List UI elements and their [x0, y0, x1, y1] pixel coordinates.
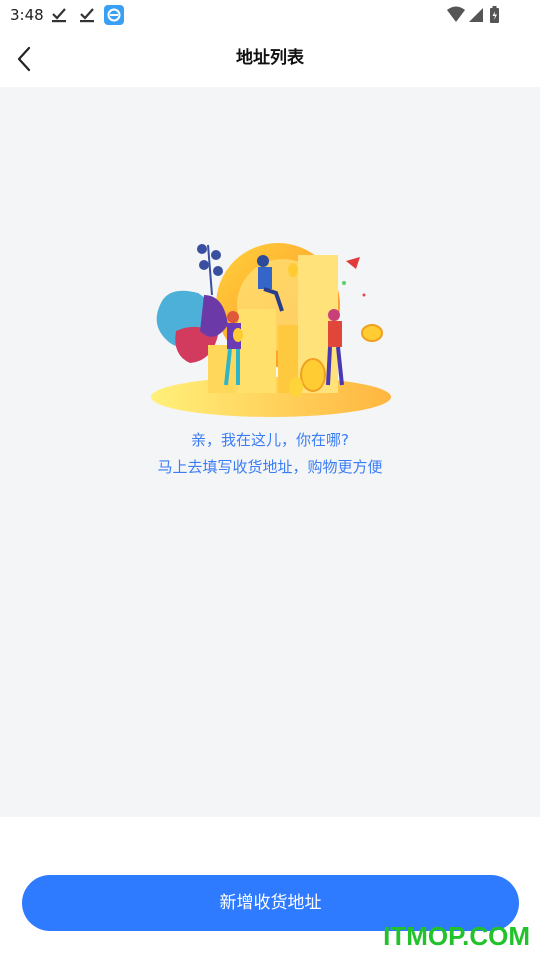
- download-done-icon: [80, 8, 94, 23]
- empty-address-illustration: [151, 243, 391, 417]
- watermark-logo: ITMOP.COM: [383, 921, 530, 951]
- empty-message-line2: 马上去填写收货地址，购物更方便: [157, 458, 383, 476]
- status-time: 3:48: [10, 6, 44, 24]
- status-bar: 3:48: [0, 0, 540, 30]
- status-right-icons: [447, 6, 499, 23]
- header: 地址列表: [0, 30, 540, 87]
- empty-address-area: 亲，我在这儿，你在哪? 马上去填写收货地址，购物更方便: [0, 87, 540, 817]
- wifi-icon: [447, 6, 465, 22]
- empty-message-line1: 亲，我在这儿，你在哪?: [191, 431, 349, 449]
- app-notification-icon: [104, 5, 124, 25]
- empty-message: 亲，我在这儿，你在哪? 马上去填写收货地址，购物更方便: [0, 427, 540, 481]
- page-title: 地址列表: [236, 48, 304, 68]
- battery-icon: [490, 6, 499, 23]
- download-done-icon: [52, 8, 66, 23]
- signal-icon: [469, 8, 483, 22]
